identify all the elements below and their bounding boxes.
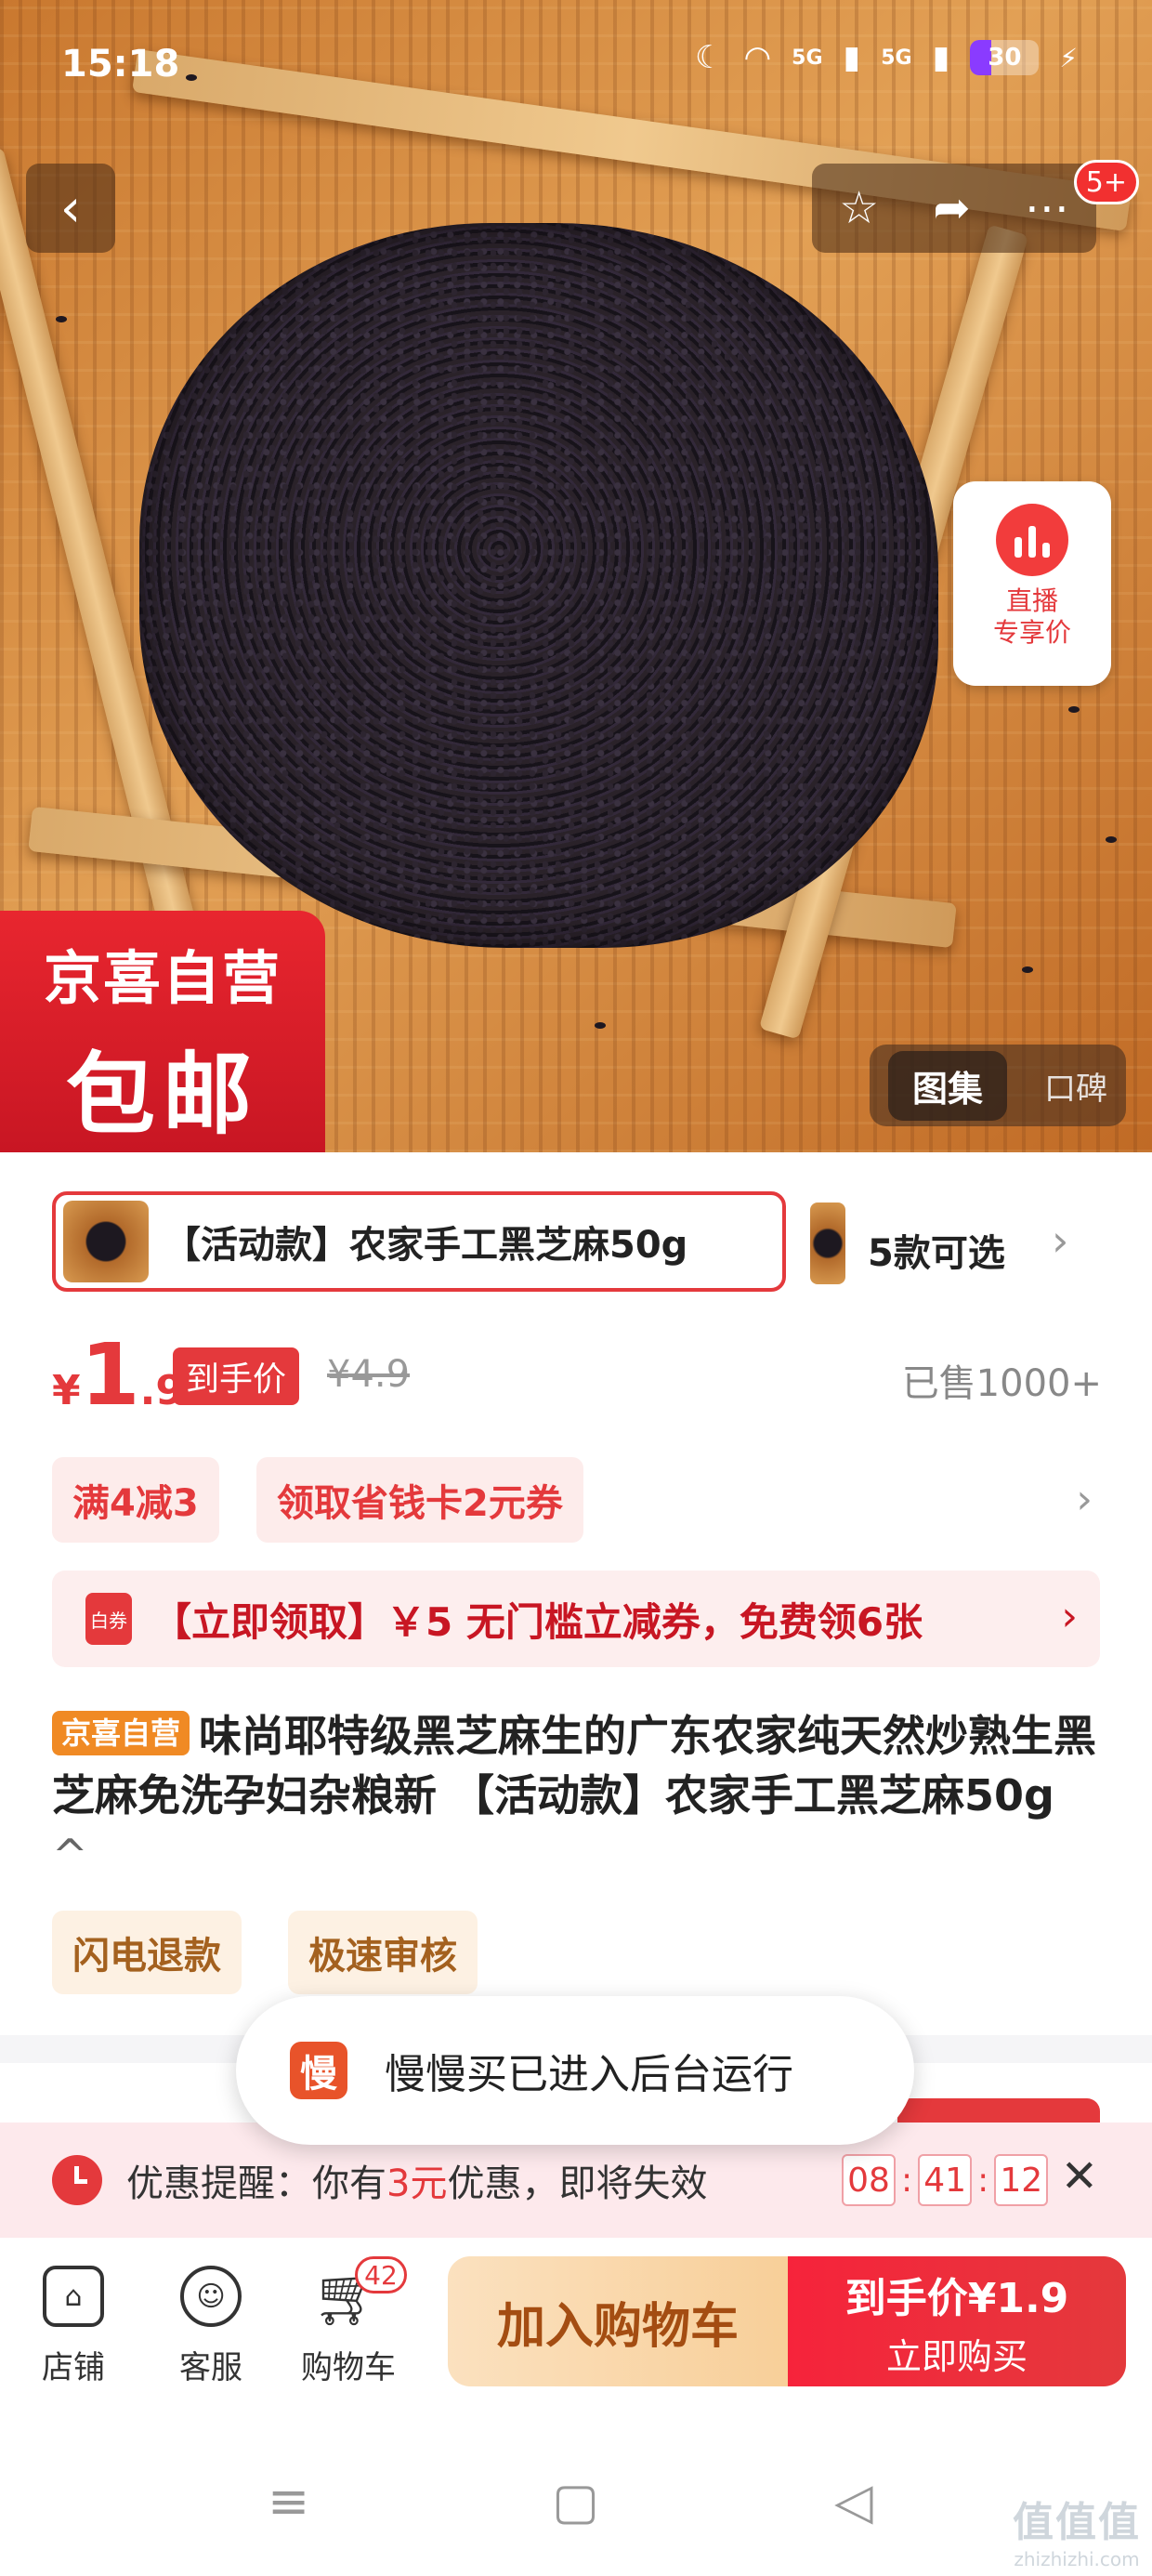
coupon-icon: 白券: [85, 1593, 132, 1645]
watermark-url: zhizhizhi.com: [1014, 2548, 1140, 2570]
chevron-right-icon: ›: [1061, 1593, 1078, 1640]
cart-button[interactable]: 🛒︎ 42 购物车: [288, 2256, 409, 2387]
signal-5g-1: 5G: [792, 46, 823, 70]
service-label: 客服: [179, 2349, 242, 2386]
more-icon[interactable]: ⋯: [1025, 182, 1069, 234]
live-label-2: 专享价: [992, 617, 1071, 648]
voucher-text: 【立即领取】￥5 无门槛立减券，免费领6张: [152, 1598, 923, 1645]
service-tag: 极速审核: [288, 1911, 478, 1994]
moon-icon: ☾: [694, 39, 724, 76]
coupon-chip[interactable]: 领取省钱卡2元券: [256, 1457, 583, 1543]
back-triangle-icon[interactable]: ◁: [834, 2472, 873, 2530]
shop-button[interactable]: ⌂ 店铺: [13, 2256, 134, 2387]
charging-icon: ⚡: [1059, 42, 1078, 73]
product-image[interactable]: 15:18 ☾ ◠ 5G ▮ 5G ▮ 30 ⚡ ‹ ☆ ➦ ⋯ 5+ 直播 专…: [0, 0, 1152, 1152]
live-label-1: 直播: [1005, 585, 1058, 616]
chevron-right-icon[interactable]: ›: [1076, 1476, 1093, 1523]
countdown-timer: 08 : 41 : 12: [842, 2154, 1049, 2206]
battery-icon: 30: [970, 40, 1040, 75]
signal-icon: ▮: [932, 39, 950, 76]
service-tag: 闪电退款: [52, 1911, 242, 1994]
buy-price-label: 到手价¥1.9: [844, 2274, 1069, 2322]
chevron-left-icon: ‹: [59, 177, 82, 239]
smile-icon: ☺: [180, 2266, 242, 2327]
title-text: 味尚耶特级黑芝麻生的广东农家纯天然炒熟生黑芝麻免洗孕妇杂粮新 【活动款】农家手工…: [52, 1711, 1097, 1820]
scattered-seed: [56, 316, 67, 322]
wifi-icon: ◠: [743, 39, 772, 76]
price-currency: ¥: [52, 1367, 81, 1414]
reminder-amount: 3元: [386, 2162, 448, 2205]
scattered-seed: [595, 1022, 606, 1029]
product-title[interactable]: 京喜自营 味尚耶特级黑芝麻生的广东农家纯天然炒熟生黑芝麻免洗孕妇杂粮新 【活动款】…: [52, 1706, 1102, 1885]
message-badge: 5+: [1073, 160, 1139, 204]
toast-notification: 慢 慢慢买已进入后台运行: [236, 1996, 914, 2145]
variant-row: 【活动款】农家手工黑芝麻50g 5款可选 ›: [0, 1180, 1152, 1301]
clock-icon: [52, 2155, 102, 2205]
app-icon: 慢: [290, 2042, 347, 2099]
watermark: 值值值 zhizhizhi.com: [1013, 2489, 1141, 2570]
scattered-seed: [1106, 836, 1117, 843]
menu-icon[interactable]: ≡: [268, 2472, 309, 2530]
live-price-card[interactable]: 直播 专享价: [953, 481, 1111, 686]
close-icon[interactable]: ✕: [1061, 2150, 1098, 2202]
cart-badge: 42: [355, 2256, 407, 2293]
variant-thumbnail: [63, 1201, 149, 1282]
promo-badge-line2: 包邮: [66, 1043, 259, 1147]
variant-label: 【活动款】农家手工黑芝麻50g: [164, 1224, 688, 1267]
sold-count: 已售1000+: [901, 1362, 1102, 1405]
buy-now-button[interactable]: 到手价¥1.9 立即购买: [788, 2256, 1126, 2386]
coupon-row[interactable]: 满4减3 领取省钱卡2元券 ›: [52, 1457, 1102, 1544]
reminder-text: 优惠提醒：你有3元优惠，即将失效: [126, 2162, 708, 2205]
price-row: ¥ 1 .9 到手价 ¥4.9 已售1000+: [52, 1329, 1102, 1431]
variant-count[interactable]: 5款可选: [868, 1223, 1005, 1277]
bottom-action-bar: ⌂ 店铺 ☺ 客服 🛒︎ 42 购物车 加入购物车 到手价¥1.9 立即购买: [0, 2238, 1152, 2424]
shop-label: 店铺: [42, 2349, 105, 2386]
status-icons: ☾ ◠ 5G ▮ 5G ▮ 30 ⚡: [695, 39, 1078, 76]
caret-up-icon[interactable]: ^: [52, 1830, 88, 1880]
final-price-tag: 到手价: [173, 1347, 300, 1405]
customer-service-button[interactable]: ☺ 客服: [151, 2256, 271, 2387]
add-to-cart-button[interactable]: 加入购物车: [448, 2256, 788, 2386]
signal-icon: ▮: [843, 39, 861, 76]
live-icon: [996, 504, 1068, 576]
promo-badge: 京喜自营 包邮: [0, 911, 325, 1152]
signal-5g-2: 5G: [881, 46, 912, 70]
watermark-logo: 值值值: [1013, 2499, 1141, 2546]
status-time: 15:18: [61, 43, 180, 85]
promo-badge-line1: 京喜自营: [43, 944, 281, 1012]
status-bar: 15:18 ☾ ◠ 5G ▮ 5G ▮ 30 ⚡: [0, 0, 1152, 130]
gallery-switch: 图集 口碑: [870, 1045, 1126, 1126]
scattered-seed: [1022, 966, 1033, 973]
timer-seconds: 12: [994, 2154, 1049, 2206]
original-price: ¥4.9: [327, 1353, 411, 1396]
sesame-seeds: [139, 223, 938, 948]
cart-label: 购物车: [301, 2349, 396, 2386]
price: ¥ 1 .9: [52, 1329, 184, 1422]
top-actions: ☆ ➦ ⋯: [812, 164, 1096, 253]
shop-icon: ⌂: [43, 2266, 104, 2327]
product-page: 15:18 ☾ ◠ 5G ▮ 5G ▮ 30 ⚡ ‹ ☆ ➦ ⋯ 5+ 直播 专…: [0, 0, 1152, 2576]
toast-text: 慢慢买已进入后台运行: [385, 2051, 793, 2098]
variant-thumbnail-2[interactable]: [810, 1203, 845, 1284]
chevron-right-icon[interactable]: ›: [1052, 1216, 1068, 1266]
system-navigation: ≡ ▢ ◁ 值值值 zhizhizhi.com: [0, 2424, 1152, 2576]
home-icon[interactable]: ▢: [552, 2472, 599, 2530]
star-icon[interactable]: ☆: [839, 182, 879, 234]
timer-minutes: 41: [918, 2154, 973, 2206]
timer-hours: 08: [842, 2154, 896, 2206]
tab-reviews[interactable]: 口碑: [1044, 1063, 1107, 1109]
tab-gallery[interactable]: 图集: [887, 1050, 1007, 1121]
price-integer: 1: [80, 1325, 140, 1425]
title-tag: 京喜自营: [52, 1711, 190, 1755]
scattered-seed: [1068, 706, 1080, 713]
share-icon[interactable]: ➦: [933, 182, 970, 234]
voucher-banner[interactable]: 白券 【立即领取】￥5 无门槛立减券，免费领6张 ›: [52, 1571, 1100, 1667]
coupon-chip[interactable]: 满4减3: [52, 1457, 219, 1543]
variant-selected[interactable]: 【活动款】农家手工黑芝麻50g: [52, 1191, 786, 1292]
buy-now-label: 立即购买: [885, 2335, 1028, 2377]
battery-text: 30: [988, 44, 1022, 72]
back-button[interactable]: ‹: [26, 164, 115, 253]
